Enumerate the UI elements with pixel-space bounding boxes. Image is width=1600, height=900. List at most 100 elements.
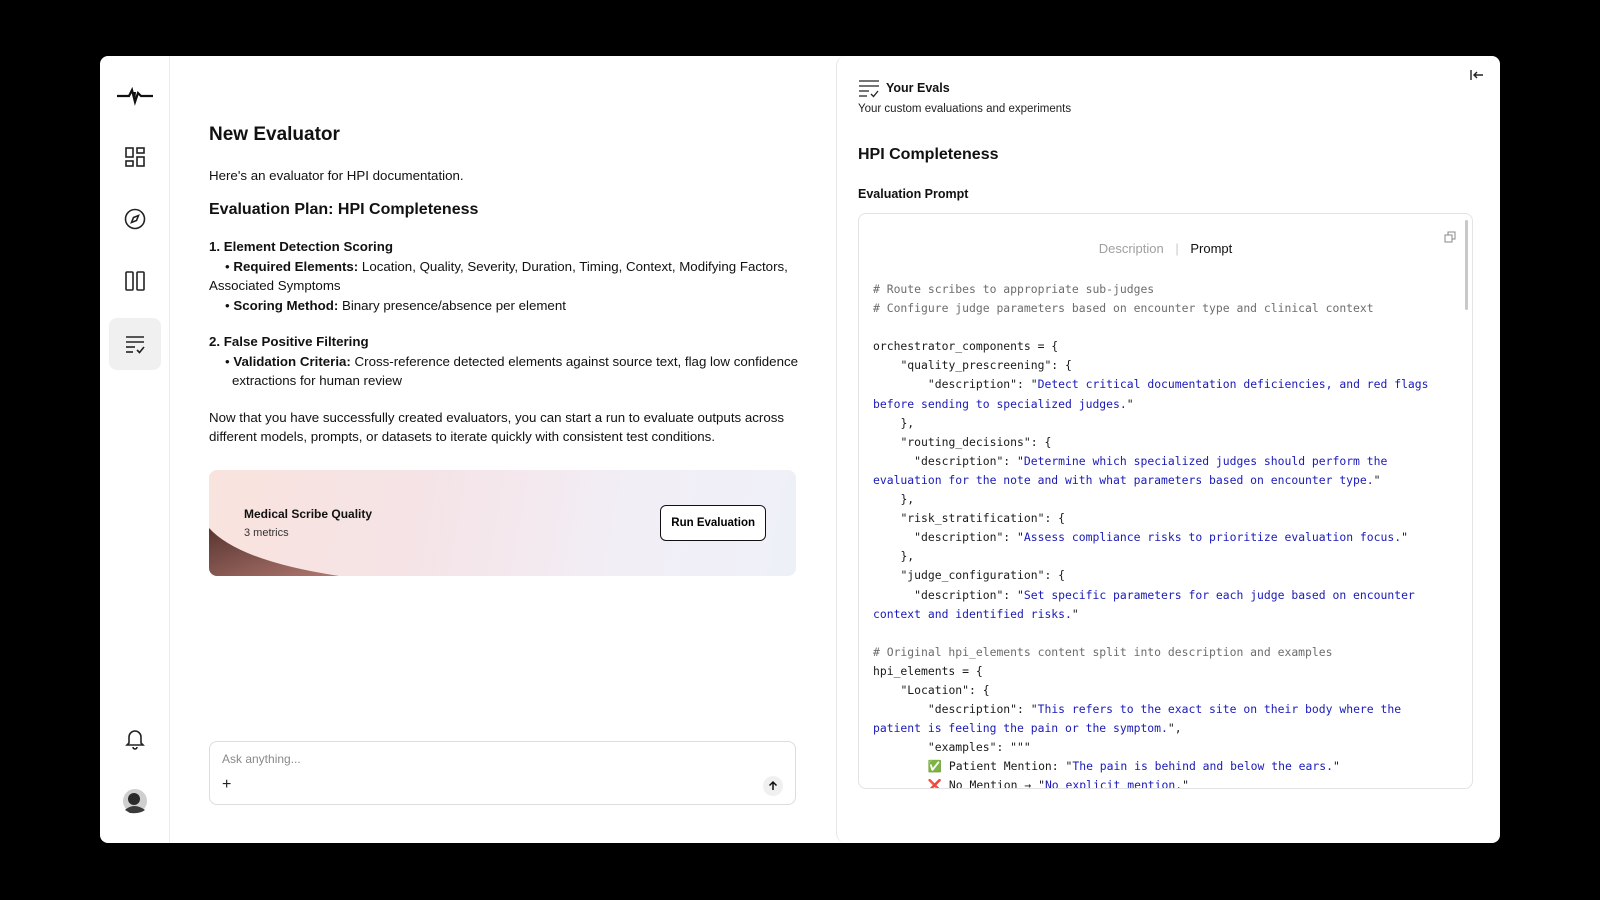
bullet-item: • Required Elements: Location, Quality, …: [225, 258, 788, 274]
code-line: "description": "Determine which speciali…: [873, 452, 1453, 490]
panel-subtitle: Your custom evaluations and experiments: [858, 103, 1072, 115]
code-line: "description": "Set specific parameters …: [873, 586, 1453, 624]
tab-description[interactable]: Description: [1099, 241, 1164, 256]
code-token: Patient Mention: ": [942, 759, 1073, 774]
tab-prompt[interactable]: Prompt: [1190, 241, 1232, 256]
code-token: The pain is behind and below the ears.: [1072, 759, 1333, 774]
code-token: No Mention → ": [942, 778, 1045, 789]
section-title: 1. Element Detection Scoring: [209, 239, 393, 254]
logo-icon[interactable]: [109, 70, 161, 122]
prompt-label: Evaluation Prompt: [858, 187, 969, 201]
eval-title: HPI Completeness: [858, 146, 999, 163]
panel-header: Your Evals Your custom evaluations and e…: [858, 78, 1071, 115]
code-token: },: [873, 415, 915, 430]
code-line: "judge_configuration": {: [873, 566, 1453, 585]
code-token: ": [1373, 472, 1381, 487]
code-line: "routing_decisions": {: [873, 433, 1453, 452]
plan-section: 1. Element Detection Scoring • Required …: [209, 237, 799, 315]
bullet-label: Required Elements:: [233, 258, 359, 274]
code-line: # Route scribes to appropriate sub-judge…: [873, 280, 1453, 299]
code-token: ": [1071, 606, 1079, 621]
columns-icon[interactable]: [109, 255, 161, 307]
prompt-tabs: Description | Prompt: [859, 241, 1472, 256]
code-token: ": [1182, 778, 1189, 789]
panel-title: Your Evals: [886, 81, 950, 95]
code-token: orchestrator_components = {: [873, 339, 1059, 354]
code-token: "examples": """: [873, 740, 1031, 755]
code-block: # Route scribes to appropriate sub-judge…: [873, 280, 1453, 789]
dashboard-icon[interactable]: [109, 131, 161, 183]
evals-list-icon: [859, 80, 879, 98]
chat-input-box: +: [209, 741, 796, 805]
compass-icon[interactable]: [109, 193, 161, 245]
app-window: New Evaluator Here's an evaluator for HP…: [100, 56, 1500, 843]
code-token: "description": ": [873, 453, 1024, 468]
code-token: "description": ": [873, 377, 1038, 392]
code-token: "description": ": [873, 587, 1024, 602]
cross-icon: ❌: [927, 778, 943, 789]
page-title: New Evaluator: [209, 124, 340, 145]
code-line: # Original hpi_elements content split in…: [873, 643, 1453, 662]
code-token: },: [873, 549, 915, 564]
code-token: # Route scribes to appropriate sub-judge…: [873, 282, 1155, 296]
check-icon: ✅: [927, 759, 943, 774]
bell-icon[interactable]: [109, 712, 161, 764]
code-token: "risk_stratification": {: [873, 511, 1066, 526]
code-token: No explicit mention.: [1044, 778, 1183, 789]
code-token: Assess compliance risks to prioritize ev…: [1023, 530, 1402, 545]
card-decoration: [209, 528, 339, 576]
code-line: "quality_prescreening": {: [873, 356, 1453, 375]
evaluation-card: Medical Scribe Quality 3 metrics Run Eva…: [209, 470, 796, 576]
run-evaluation-button[interactable]: Run Evaluation: [660, 505, 766, 541]
code-line: "description": "This refers to the exact…: [873, 700, 1453, 738]
evals-panel: Your Evals Your custom evaluations and e…: [836, 56, 1500, 843]
bullet-wrap-text: Associated Symptoms: [209, 278, 341, 293]
section-title: 2. False Positive Filtering: [209, 334, 369, 349]
intro-text: Here's an evaluator for HPI documentatio…: [209, 168, 464, 183]
code-line: "examples": """: [873, 738, 1453, 757]
bullet-text: Location, Quality, Severity, Duration, T…: [358, 258, 788, 274]
assistant-message: New Evaluator Here's an evaluator for HP…: [209, 124, 799, 461]
code-token: ",: [1167, 721, 1182, 736]
tab-separator: |: [1175, 241, 1179, 256]
send-button[interactable]: [763, 776, 783, 796]
bullet-item: • Validation Criteria: Cross-reference d…: [225, 353, 799, 389]
code-token: "routing_decisions": {: [873, 434, 1052, 449]
code-line: ✅ Patient Mention: "The pain is behind a…: [873, 757, 1453, 776]
code-token: },: [873, 492, 915, 507]
evals-icon[interactable]: [109, 318, 161, 370]
code-token: "Location": {: [873, 682, 990, 697]
add-icon[interactable]: +: [222, 776, 231, 794]
chat-area: New Evaluator Here's an evaluator for HP…: [170, 56, 836, 843]
prompt-code-box: Description | Prompt # Route scribes to …: [858, 213, 1473, 789]
code-line: ❌ No Mention → "No explicit mention.": [873, 776, 1453, 789]
card-subtitle: 3 metrics: [244, 527, 289, 539]
code-line: "Location": {: [873, 681, 1453, 700]
chat-input[interactable]: [222, 752, 762, 766]
code-line: },: [873, 490, 1453, 509]
code-line: "risk_stratification": {: [873, 509, 1453, 528]
code-line: # Configure judge parameters based on en…: [873, 299, 1453, 318]
plan-section: 2. False Positive Filtering • Validation…: [209, 332, 799, 391]
code-line: },: [873, 414, 1453, 433]
code-token: "description": ": [873, 530, 1024, 545]
copy-icon[interactable]: [1444, 230, 1456, 248]
card-title: Medical Scribe Quality: [244, 507, 373, 521]
bullet-label: Validation Criteria:: [233, 353, 351, 369]
code-line: hpi_elements = {: [873, 662, 1453, 681]
avatar[interactable]: [109, 775, 161, 827]
bullet-label: Scoring Method:: [233, 297, 339, 313]
code-token: hpi_elements = {: [873, 663, 983, 678]
sidebar: [100, 56, 170, 843]
collapse-panel-icon[interactable]: [1470, 69, 1484, 84]
bullet-text: Binary presence/absence per element: [338, 297, 566, 313]
code-token: # Configure judge parameters based on en…: [873, 301, 1374, 316]
code-line: },: [873, 547, 1453, 566]
code-token: ": [1126, 396, 1134, 411]
arrow-up-icon: [768, 780, 778, 790]
code-token: ": [1401, 530, 1408, 545]
scrollbar[interactable]: [1465, 220, 1468, 310]
code-line: "description": "Detect critical document…: [873, 375, 1453, 413]
